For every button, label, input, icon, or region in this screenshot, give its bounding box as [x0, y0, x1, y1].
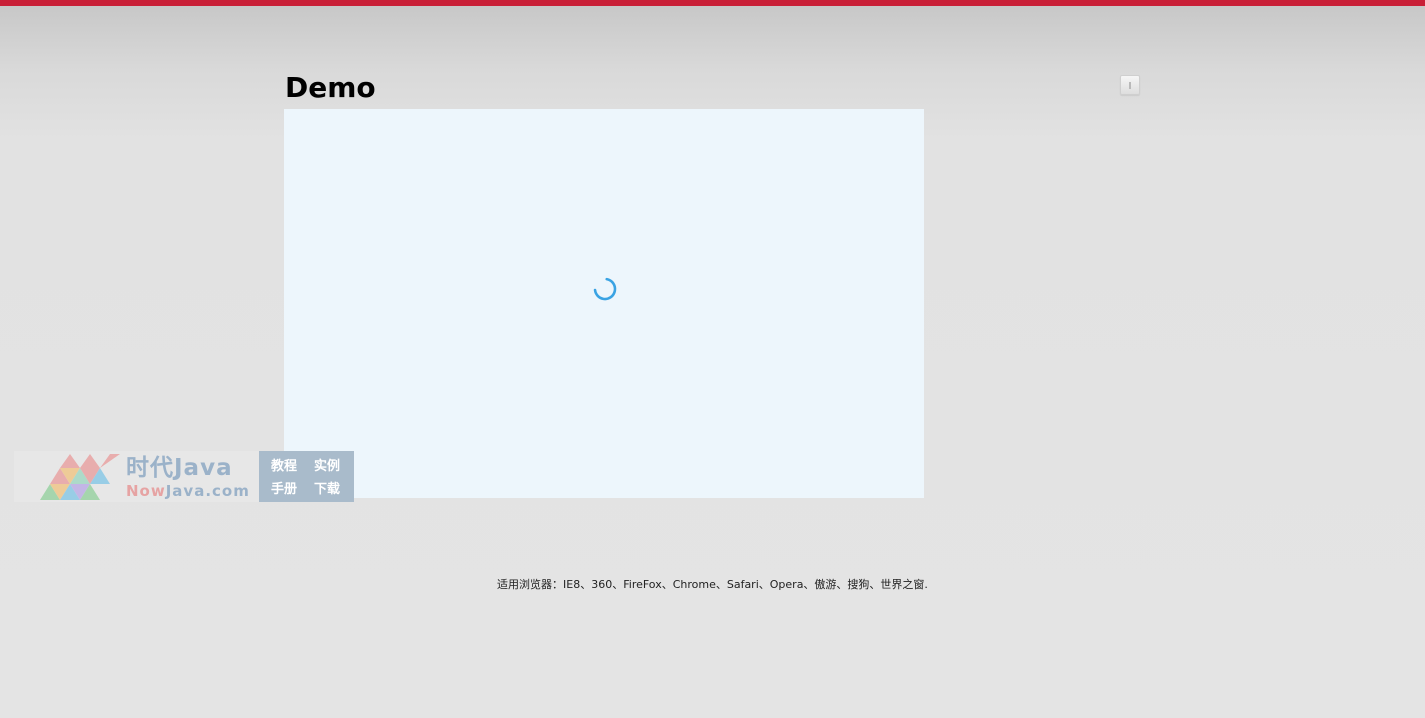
watermark-link-manual[interactable]: 手册	[271, 482, 297, 498]
top-accent-bar	[0, 0, 1425, 6]
small-button-icon	[1129, 82, 1131, 89]
demo-panel	[284, 109, 924, 498]
browser-support-text: 适用浏览器：IE8、360、FireFox、Chrome、Safari、Oper…	[497, 578, 928, 591]
triangle-logo-icon	[40, 454, 120, 500]
browser-support-note: 适用浏览器：IE8、360、FireFox、Chrome、Safari、Oper…	[0, 577, 1425, 593]
loading-spinner-icon	[593, 277, 617, 301]
watermark-link-examples[interactable]: 实例	[314, 459, 340, 475]
watermark-brand-text: 时代Java	[126, 455, 233, 481]
watermark-domain-rest: Java.com	[165, 482, 250, 500]
site-watermark[interactable]: 时代Java NowJava.com 教程 实例 手册 下载	[14, 451, 354, 502]
watermark-brand-area[interactable]: 时代Java NowJava.com	[14, 451, 259, 502]
watermark-link-download[interactable]: 下载	[314, 482, 340, 498]
watermark-link-tutorial[interactable]: 教程	[271, 459, 297, 475]
page-title: Demo	[285, 71, 376, 104]
watermark-domain-prefix: Now	[126, 482, 166, 500]
corner-button[interactable]	[1120, 75, 1140, 95]
watermark-links: 教程 实例 手册 下载	[259, 451, 354, 502]
watermark-domain-text: NowJava.com	[126, 482, 250, 500]
